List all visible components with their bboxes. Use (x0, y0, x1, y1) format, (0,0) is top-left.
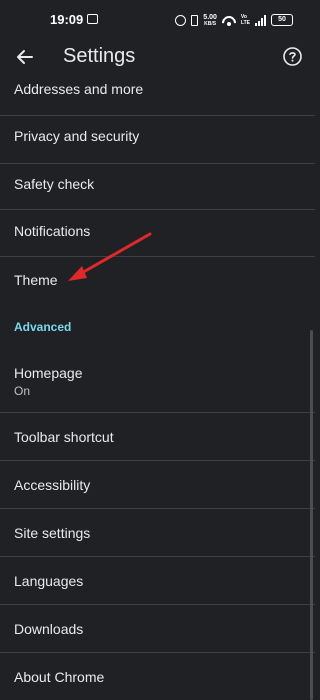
settings-item-toolbar-shortcut[interactable]: Toolbar shortcut (0, 413, 315, 461)
signal-icon (255, 14, 266, 26)
message-notification-icon (87, 14, 98, 24)
page-title: Settings (63, 45, 136, 67)
settings-item-privacy[interactable]: Privacy and security (0, 116, 315, 164)
settings-item-site-settings[interactable]: Site settings (0, 509, 315, 557)
settings-item-homepage[interactable]: Homepage On (0, 345, 315, 413)
status-icons: 5.00 KB/S Vo LTE 50 (175, 12, 293, 28)
settings-item-label: Accessibility (14, 477, 91, 493)
settings-item-label: Privacy and security (14, 128, 140, 144)
network-speed-unit: KB/S (204, 20, 217, 27)
red-arrow-icon (68, 232, 152, 281)
settings-item-safety-check[interactable]: Safety check (0, 164, 315, 210)
vibrate-icon (191, 14, 199, 26)
volte-indicator: Vo LTE (241, 14, 250, 26)
section-header-advanced: Advanced (14, 320, 72, 334)
settings-item-label: About Chrome (14, 669, 105, 685)
wifi-icon (222, 14, 236, 26)
settings-item-about-chrome[interactable]: About Chrome (0, 653, 315, 700)
status-bar: 19:09 5.00 KB/S Vo LTE 50 (0, 0, 315, 40)
scrollbar[interactable] (310, 330, 313, 700)
settings-item-accessibility[interactable]: Accessibility (0, 461, 315, 509)
alarm-icon (175, 14, 187, 26)
settings-item-label: Addresses and more (14, 81, 144, 97)
help-icon[interactable] (282, 46, 303, 67)
settings-item-label: Toolbar shortcut (14, 429, 114, 445)
settings-item-label: Homepage (14, 365, 83, 381)
volte-bottom: LTE (240, 20, 250, 26)
battery-icon: 50 (271, 14, 293, 26)
settings-item-label: Safety check (14, 176, 95, 192)
network-speed: 5.00 KB/S (203, 14, 217, 27)
status-time: 19:09 (50, 12, 84, 27)
settings-item-languages[interactable]: Languages (0, 557, 315, 605)
settings-item-downloads[interactable]: Downloads (0, 605, 315, 653)
settings-item-value: On (14, 384, 31, 398)
settings-item-label: Languages (14, 573, 84, 589)
settings-item-label: Downloads (14, 621, 84, 637)
network-speed-value: 5.00 (203, 13, 217, 21)
settings-item-addresses[interactable]: Addresses and more (0, 66, 315, 116)
settings-item-label: Site settings (14, 525, 91, 541)
settings-item-label: Theme (14, 272, 58, 288)
